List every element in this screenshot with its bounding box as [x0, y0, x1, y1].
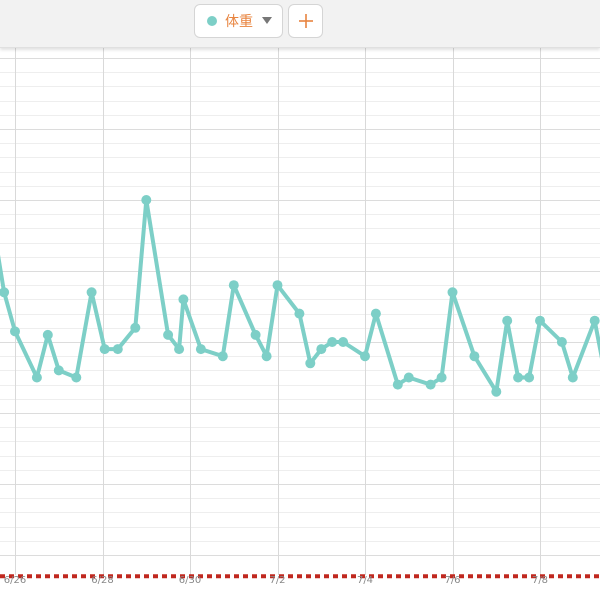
series-layer	[0, 195, 600, 397]
x-tick-label: 7/6	[444, 575, 460, 586]
data-point	[217, 351, 228, 362]
data-point	[589, 315, 600, 326]
data-point	[524, 372, 535, 383]
x-tick-label: 7/4	[357, 575, 373, 586]
plus-icon	[298, 14, 313, 28]
data-point	[0, 287, 10, 298]
data-point	[10, 326, 20, 337]
data-point	[491, 386, 502, 397]
data-point	[42, 329, 53, 340]
dropdown-caret-icon	[262, 17, 272, 24]
data-point	[31, 372, 42, 383]
data-point	[316, 344, 327, 355]
data-point	[71, 372, 82, 383]
series-color-dot	[207, 16, 217, 26]
data-point	[53, 365, 64, 376]
data-point	[228, 280, 239, 291]
data-point	[513, 372, 524, 383]
data-point	[195, 344, 206, 355]
chart-plot-area: 6/26 6/28 6/30 7/2 7/4 7/6 7/8	[0, 48, 600, 587]
data-point	[370, 308, 381, 319]
data-point	[447, 287, 458, 298]
x-tick-label: 6/28	[91, 575, 113, 586]
data-point	[327, 337, 338, 347]
series-select-dropdown[interactable]: 体重	[194, 4, 283, 38]
data-point	[163, 329, 174, 340]
data-point	[174, 344, 185, 355]
data-point	[86, 287, 97, 298]
data-point	[338, 337, 349, 347]
x-tick-label: 7/2	[269, 575, 285, 586]
data-point	[261, 351, 272, 362]
data-point	[141, 195, 152, 205]
data-point	[567, 372, 578, 383]
data-point	[403, 372, 414, 383]
data-point	[436, 372, 447, 383]
x-tick-label: 6/26	[4, 575, 26, 586]
data-point	[469, 351, 480, 362]
toolbar: 体重	[0, 0, 600, 48]
data-point	[392, 379, 403, 390]
data-point	[294, 308, 305, 319]
data-point	[535, 315, 545, 326]
data-point	[112, 344, 123, 355]
series-select-label: 体重	[225, 14, 253, 30]
data-point	[502, 315, 513, 326]
add-series-button[interactable]	[288, 4, 323, 38]
x-tick-label: 7/8	[532, 575, 548, 586]
x-tick-label: 6/30	[179, 575, 201, 586]
data-point	[99, 344, 110, 355]
data-point	[272, 280, 283, 291]
data-point	[425, 379, 436, 390]
data-point	[556, 337, 567, 347]
data-point	[360, 351, 370, 362]
data-point	[305, 358, 316, 369]
data-point	[178, 294, 189, 305]
data-point	[130, 322, 141, 333]
weight-line-chart: 6/26 6/28 6/30 7/2 7/4 7/6 7/8	[0, 48, 600, 586]
data-point	[250, 329, 261, 340]
